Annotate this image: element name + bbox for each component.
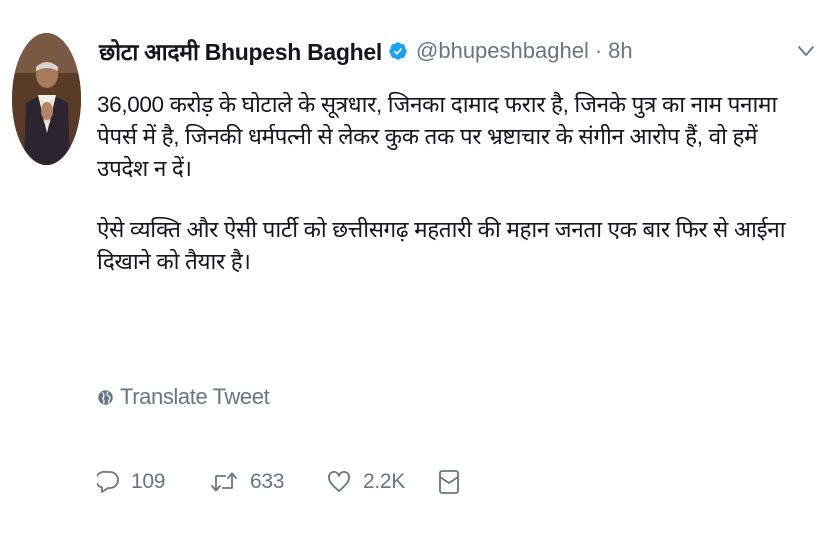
avatar-photo [12,33,81,165]
reply-icon [97,470,119,493]
tweet: छोटा आदमी Bhupesh Baghel @bhupeshbaghel … [0,0,835,547]
tweet-paragraph: ऐसे व्यक्ति और ऐसी पार्टी को छत्तीसगढ़ म… [97,217,792,274]
direct-message-button[interactable] [437,469,461,495]
tweet-actions: 109 633 2.2K [97,460,461,504]
avatar[interactable] [12,33,81,165]
retweet-button[interactable]: 633 [210,470,327,494]
retweet-icon [211,472,237,492]
tweet-header: छोटा आदमी Bhupesh Baghel @bhupeshbaghel … [99,34,633,68]
display-name[interactable]: छोटा आदमी Bhupesh Baghel [99,35,382,67]
separator-dot: · [594,38,603,63]
tweet-text: 36,000 करोड़ के घोटाले के सूत्रधार, जिनक… [97,89,809,278]
globe-icon [98,389,113,405]
translate-label: Translate Tweet [120,384,270,409]
reply-button[interactable]: 109 [97,470,210,494]
handle[interactable]: @bhupeshbaghel [416,38,589,64]
timestamp[interactable]: 8h [608,38,632,64]
like-count: 2.2K [363,470,405,493]
retweet-count: 633 [250,470,285,493]
heart-icon [328,471,350,492]
reply-count: 109 [131,470,166,493]
chevron-down-icon[interactable] [797,42,815,60]
verified-badge-icon [388,41,408,61]
tweet-paragraph: 36,000 करोड़ के घोटाले के सूत्रधार, जिनक… [97,92,783,181]
translate-tweet-link[interactable]: Translate Tweet [97,384,270,410]
like-button[interactable]: 2.2K [327,470,437,494]
direct-message-icon [439,470,459,494]
